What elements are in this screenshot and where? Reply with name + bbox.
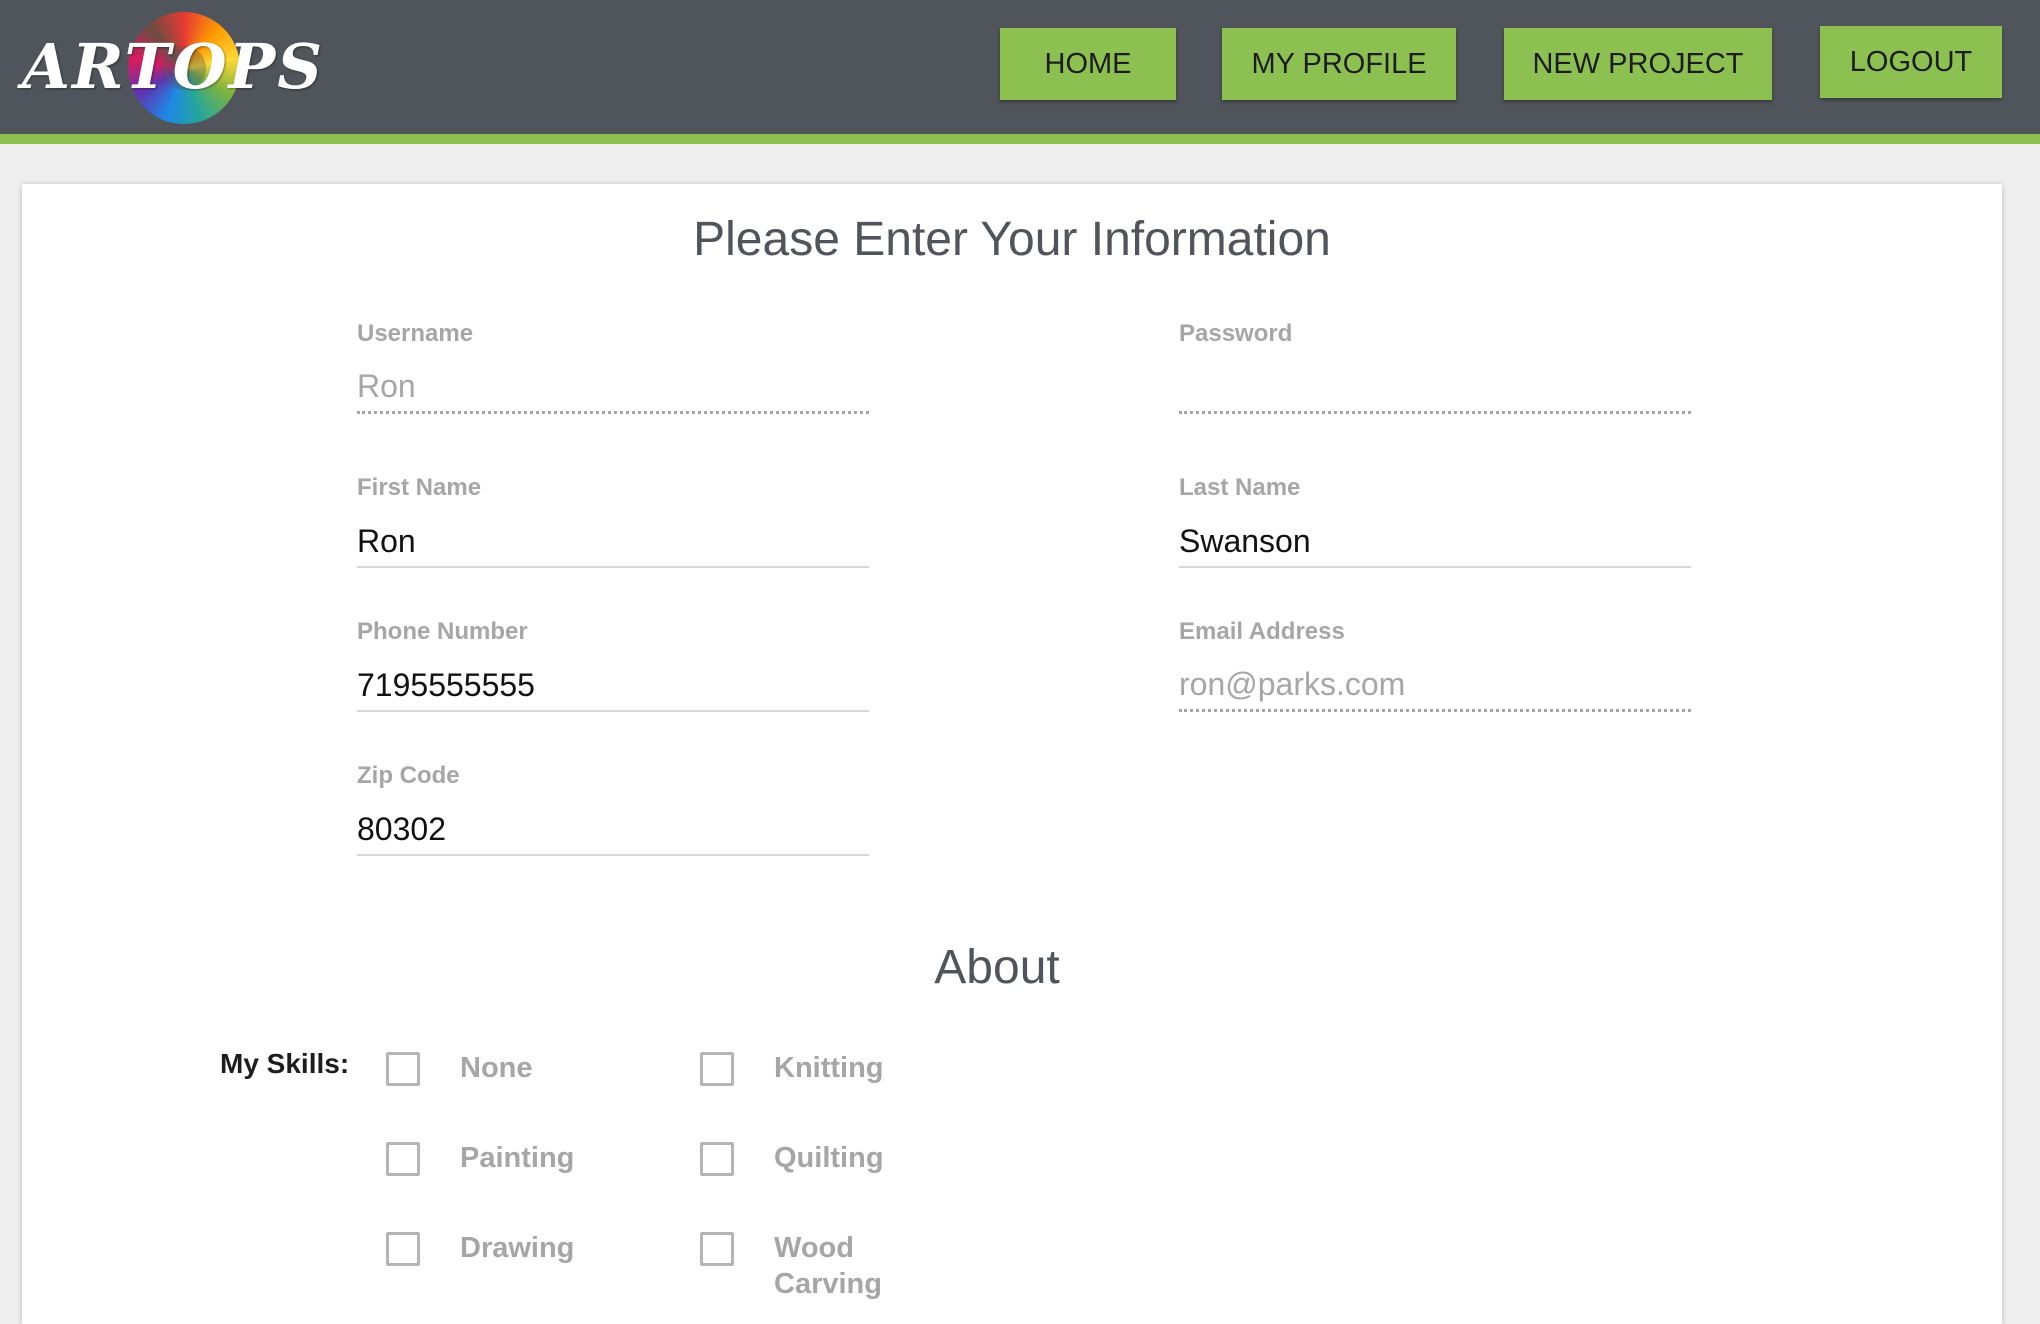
artops-logo[interactable]: ARTOPS: [22, 6, 322, 128]
last-name-label: Last Name: [1179, 474, 1301, 501]
page-title: Please Enter Your Information: [693, 213, 1331, 266]
skill-drawing-checkbox[interactable]: [386, 1232, 420, 1266]
zip-input[interactable]: [357, 804, 869, 856]
username-input[interactable]: [357, 362, 869, 414]
first-name-label: First Name: [357, 474, 482, 501]
header-accent-stripe: [0, 134, 2040, 144]
skill-painting-checkbox[interactable]: [386, 1142, 420, 1176]
profile-form-card: Please Enter Your Information Username P…: [22, 184, 2002, 1324]
top-navigation-bar: ARTOPS HOME MY PROFILE NEW PROJECT LOGOU…: [0, 0, 2040, 134]
new-project-button[interactable]: NEW PROJECT: [1504, 28, 1772, 100]
skill-knitting[interactable]: Knitting: [700, 1050, 1000, 1094]
skill-knitting-checkbox[interactable]: [700, 1052, 734, 1086]
first-name-input[interactable]: [357, 516, 869, 568]
about-heading: About: [934, 941, 1060, 994]
logo-text: ARTOPS: [22, 30, 325, 103]
skill-label: Drawing: [460, 1232, 575, 1264]
skill-wood-carving[interactable]: Wood Carving: [700, 1230, 1000, 1300]
skill-painting[interactable]: Painting: [386, 1140, 686, 1184]
zip-label: Zip Code: [357, 762, 460, 789]
skill-none-checkbox[interactable]: [386, 1052, 420, 1086]
skill-label: Knitting: [774, 1052, 884, 1084]
logout-button[interactable]: LOGOUT: [1820, 26, 2002, 98]
skills-label: My Skills:: [220, 1048, 350, 1079]
skill-label: Quilting: [774, 1142, 884, 1174]
skill-quilting-checkbox[interactable]: [700, 1142, 734, 1176]
skill-label: None: [460, 1052, 533, 1084]
my-profile-button[interactable]: MY PROFILE: [1222, 28, 1456, 100]
email-input[interactable]: [1179, 660, 1691, 712]
password-label: Password: [1179, 320, 1293, 347]
skill-none[interactable]: None: [386, 1050, 686, 1094]
skill-quilting[interactable]: Quilting: [700, 1140, 1000, 1184]
username-label: Username: [357, 320, 474, 347]
phone-input[interactable]: [357, 660, 869, 712]
phone-label: Phone Number: [357, 618, 528, 645]
home-button[interactable]: HOME: [1000, 28, 1176, 100]
email-label: Email Address: [1179, 618, 1345, 645]
skill-label: Wood Carving: [774, 1232, 882, 1300]
skill-drawing[interactable]: Drawing: [386, 1230, 686, 1274]
skill-label: Painting: [460, 1142, 575, 1174]
password-input[interactable]: [1179, 362, 1691, 414]
skill-wood-carving-checkbox[interactable]: [700, 1232, 734, 1266]
last-name-input[interactable]: [1179, 516, 1691, 568]
